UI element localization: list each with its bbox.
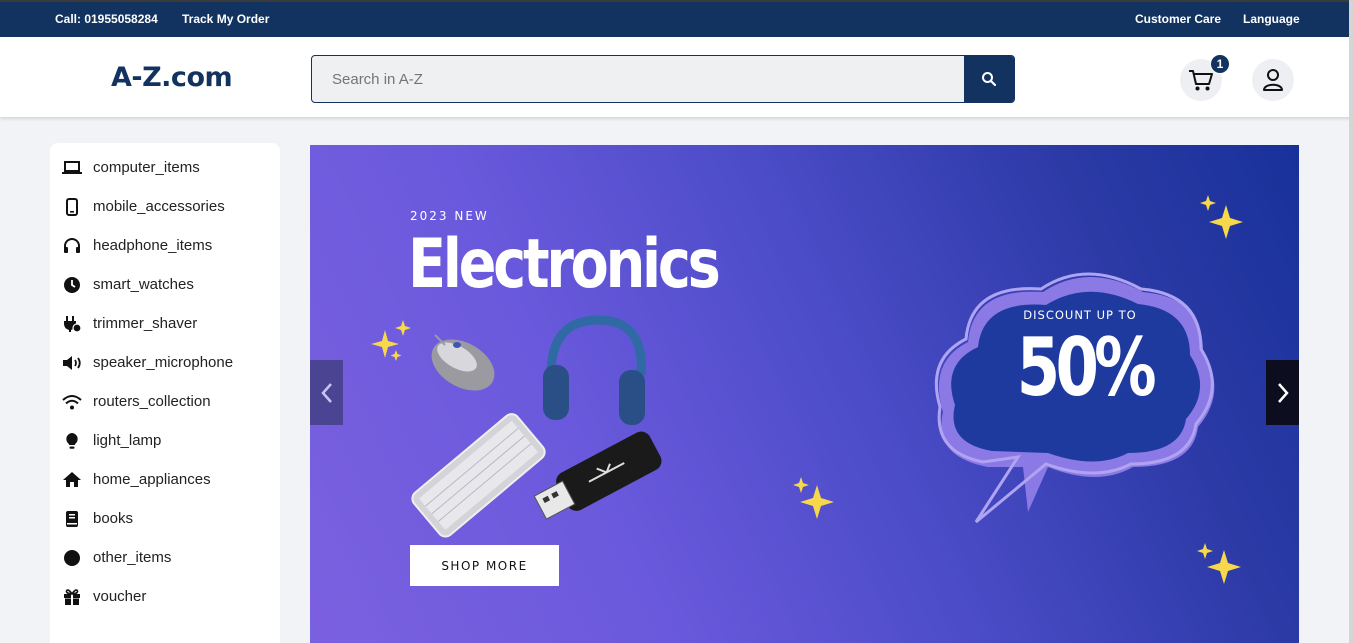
track-order-link[interactable]: Track My Order xyxy=(182,12,269,26)
hero-banner[interactable]: 2023 NEW Electronics DISCOUNT UP TO 50% … xyxy=(310,145,1299,643)
category-label: computer_items xyxy=(93,159,200,176)
category-routers-collection[interactable]: routers_collection xyxy=(50,382,280,421)
account-button[interactable] xyxy=(1252,59,1294,101)
category-label: light_lamp xyxy=(93,432,162,449)
headphones-icon xyxy=(62,236,82,256)
mobile-icon xyxy=(62,197,82,217)
category-label: speaker_microphone xyxy=(93,354,234,371)
category-mobile-accessories[interactable]: mobile_accessories xyxy=(50,187,280,226)
usb-drive-image xyxy=(533,431,662,520)
category-sidebar: computer_items mobile_accessories headph… xyxy=(50,143,280,643)
category-speaker-microphone[interactable]: speaker_microphone xyxy=(50,343,280,382)
category-trimmer-shaver[interactable]: trimmer_shaver xyxy=(50,304,280,343)
call-info: Call: 01955058284 xyxy=(55,12,158,26)
category-home-appliances[interactable]: home_appliances xyxy=(50,460,280,499)
discount-value: 50% xyxy=(1016,321,1157,414)
search-input[interactable] xyxy=(312,56,964,102)
category-label: routers_collection xyxy=(93,393,211,410)
keyboard-image xyxy=(411,413,546,538)
customer-care-link[interactable]: Customer Care xyxy=(1135,12,1221,26)
language-selector[interactable]: Language xyxy=(1243,12,1300,26)
site-logo[interactable]: A-Z.com xyxy=(111,62,233,93)
category-computer-items[interactable]: computer_items xyxy=(50,148,280,187)
sparkle-icon xyxy=(793,477,834,519)
sparkle-icon xyxy=(1200,195,1243,239)
product-illustration xyxy=(371,315,662,538)
speaker-icon xyxy=(62,353,82,373)
banner-title: Electronics xyxy=(408,225,721,304)
top-bar: Call: 01955058284 Track My Order Custome… xyxy=(0,0,1353,37)
category-headphone-items[interactable]: headphone_items xyxy=(50,226,280,265)
mouse-image xyxy=(431,334,495,391)
category-smart-watches[interactable]: smart_watches xyxy=(50,265,280,304)
category-label: books xyxy=(93,510,134,527)
wifi-icon xyxy=(62,392,82,412)
banner-subtitle: 2023 NEW xyxy=(410,209,489,223)
gift-icon xyxy=(62,587,82,607)
category-light-lamp[interactable]: light_lamp xyxy=(50,421,280,460)
category-label: trimmer_shaver xyxy=(93,315,198,332)
search-bar xyxy=(311,55,1015,103)
category-label: mobile_accessories xyxy=(93,198,225,215)
category-voucher[interactable]: voucher xyxy=(50,577,280,616)
search-icon xyxy=(982,72,997,87)
headphones-image xyxy=(543,315,646,425)
page-scrollbar[interactable] xyxy=(1349,0,1353,643)
shop-more-button[interactable]: SHOP MORE xyxy=(410,545,559,586)
chevron-left-icon xyxy=(320,382,332,403)
category-label: home_appliances xyxy=(93,471,211,488)
cart-icon xyxy=(1189,70,1213,91)
home-icon xyxy=(62,470,82,490)
header: A-Z.com 1 xyxy=(0,37,1353,117)
category-label: other_items xyxy=(93,549,172,566)
book-icon xyxy=(62,509,82,529)
discount-label: DISCOUNT UP TO xyxy=(1023,308,1137,322)
category-label: smart_watches xyxy=(93,276,194,293)
cart-count-badge: 1 xyxy=(1210,54,1230,74)
category-label: headphone_items xyxy=(93,237,213,254)
clock-icon xyxy=(62,275,82,295)
category-books[interactable]: books xyxy=(50,499,280,538)
user-icon xyxy=(1263,69,1283,91)
carousel-next-button[interactable] xyxy=(1266,360,1299,425)
circle-icon xyxy=(62,548,82,568)
category-other-items[interactable]: other_items xyxy=(50,538,280,577)
carousel-prev-button[interactable] xyxy=(310,360,343,425)
chevron-right-icon xyxy=(1277,382,1289,403)
laptop-icon xyxy=(62,158,82,178)
category-label: voucher xyxy=(93,588,147,605)
search-button[interactable] xyxy=(964,56,1014,102)
plug-icon xyxy=(62,314,82,334)
sparkle-icon xyxy=(1197,543,1241,584)
lightbulb-icon xyxy=(62,431,82,451)
